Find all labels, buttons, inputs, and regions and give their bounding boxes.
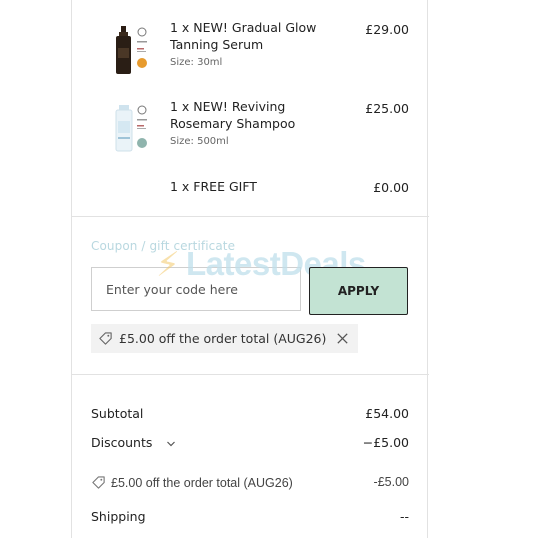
discounts-row[interactable]: Discounts −£5.00 [91, 435, 409, 450]
apply-button[interactable]: APPLY [309, 267, 408, 315]
tag-icon [99, 332, 112, 345]
discounts-label: Discounts [91, 435, 153, 450]
chevron-down-icon[interactable] [166, 439, 176, 449]
tag-icon [92, 476, 105, 489]
item-title: 1 x NEW! Gradual Glow Tanning Serum [170, 20, 317, 52]
item-title: 1 x FREE GIFT [170, 179, 257, 194]
coupon-code-input[interactable] [91, 267, 301, 311]
item-size: Size: 500ml [170, 136, 229, 147]
serum-product-image [116, 26, 147, 74]
applied-coupon-chip: £5.00 off the order total (AUG26) [91, 324, 358, 353]
discount-detail-value: -£5.00 [373, 475, 409, 489]
divider [72, 216, 429, 217]
item-title: 1 x NEW! Reviving Rosemary Shampoo [170, 99, 296, 131]
order-summary-panel: 1 x NEW! Gradual Glow Tanning Serum Size… [71, 0, 429, 538]
item-size: Size: 30ml [170, 57, 223, 68]
subtotal-label: Subtotal [91, 406, 144, 421]
discount-detail-text: £5.00 off the order total (AUG26) [111, 476, 293, 490]
discount-detail-row: £5.00 off the order total (AUG26) -£5.00 [91, 475, 409, 490]
item-price: £25.00 [365, 101, 409, 116]
item-price: £29.00 [365, 22, 409, 37]
item-price: £0.00 [373, 180, 409, 195]
coupon-label: Coupon / gift certificate [91, 239, 236, 253]
shipping-value: -- [399, 509, 409, 524]
applied-coupon-text: £5.00 off the order total (AUG26) [119, 331, 327, 346]
subtotal-value: £54.00 [365, 406, 409, 421]
remove-coupon-close-icon[interactable] [335, 331, 350, 346]
shipping-row: Shipping -- [91, 509, 409, 524]
shipping-label: Shipping [91, 509, 146, 524]
divider [72, 374, 429, 375]
discounts-value: −£5.00 [362, 435, 409, 450]
shampoo-product-image [115, 105, 147, 152]
subtotal-row: Subtotal £54.00 [91, 406, 409, 421]
